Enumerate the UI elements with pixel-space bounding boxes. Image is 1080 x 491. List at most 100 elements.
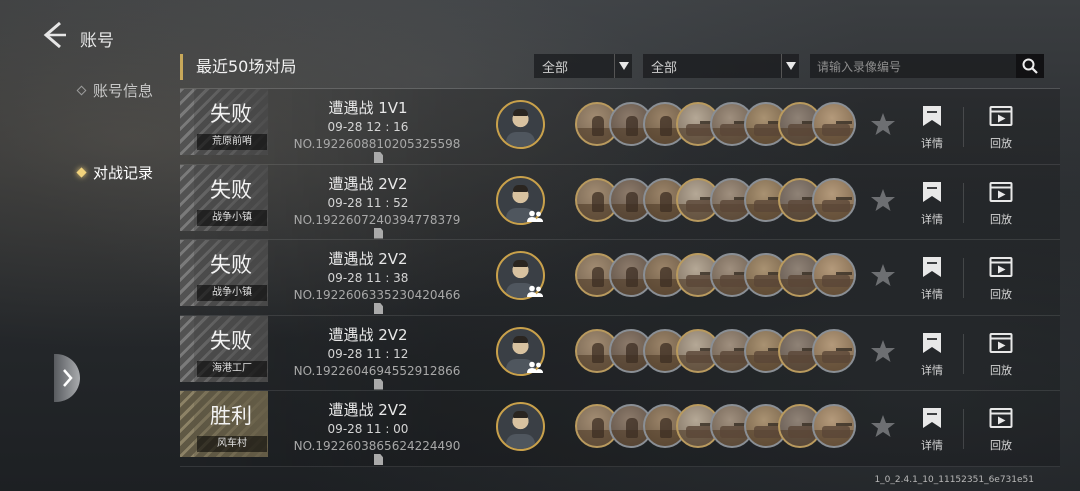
match-time: 09-28 11 : 38: [327, 271, 409, 285]
play-icon: [989, 408, 1013, 428]
replay-label: 回放: [990, 288, 1012, 301]
star-icon[interactable]: [870, 111, 896, 137]
commander-avatar: [496, 402, 545, 451]
team-icon: [527, 210, 543, 222]
star-icon[interactable]: [870, 262, 896, 288]
copy-icon[interactable]: [374, 454, 383, 465]
play-icon: [989, 332, 1013, 353]
replay-number-text: NO.1922606335230420466: [293, 288, 461, 302]
replay-label: 回放: [990, 212, 1012, 226]
match-time: 09-28 12 : 16: [327, 120, 409, 134]
sidebar-item-battle-records[interactable]: 对战记录: [76, 162, 153, 183]
back-chevron-icon[interactable]: [40, 20, 66, 50]
match-row[interactable]: 失败 荒原前哨 遭遇战 1V1 09-28 12 : 16 NO.1922608…: [180, 89, 1060, 165]
replay-button[interactable]: 回放: [981, 180, 1021, 227]
match-row[interactable]: 胜利 风车村 遭遇战 2V2 09-28 11 : 00 NO.19226038…: [180, 391, 1060, 467]
star-icon[interactable]: [870, 187, 896, 213]
unit-portrait: [811, 177, 856, 222]
detail-button[interactable]: 详情: [912, 406, 952, 453]
filter-select-1[interactable]: 全部: [534, 54, 632, 78]
replay-label: 回放: [990, 137, 1012, 150]
play-icon: [989, 257, 1013, 277]
replay-number-text: NO.1922603865624224490: [293, 439, 461, 453]
version-text: 1_0_2.4.1_10_11152351_6e731e51: [874, 475, 1034, 485]
search-button[interactable]: [1016, 54, 1044, 78]
match-row[interactable]: 失败 战争小镇 遭遇战 2V2 09-28 11 : 52 NO.1922607…: [180, 164, 1060, 241]
detail-label: 详情: [921, 137, 943, 150]
detail-button[interactable]: 详情: [912, 255, 952, 302]
chevron-right-icon: [63, 369, 73, 387]
bookmark-icon: [923, 408, 941, 428]
replay-label: 回放: [990, 439, 1012, 452]
match-row[interactable]: 失败 战争小镇 遭遇战 2V2 09-28 11 : 38 NO.1922606…: [180, 240, 1060, 316]
bookmark-icon: [923, 257, 941, 277]
match-time: 09-28 11 : 52: [327, 195, 409, 210]
detail-label: 详情: [921, 288, 943, 301]
filter-select-2[interactable]: 全部: [643, 54, 799, 78]
game-mode: 遭遇战 2V2: [328, 174, 408, 193]
replay-button[interactable]: 回放: [981, 406, 1021, 453]
button-divider: [963, 107, 964, 147]
map-name: 战争小镇: [197, 209, 267, 226]
result-text: 失败: [210, 177, 252, 202]
play-icon: [989, 181, 1013, 202]
result-text: 失败: [210, 328, 252, 353]
replay-number-text: NO.1922608810205325598: [293, 137, 461, 151]
unit-portrait: [811, 253, 856, 297]
copy-icon[interactable]: [374, 303, 383, 314]
sidebar: 账号信息 对战记录: [0, 60, 175, 360]
commander-avatar: [496, 100, 545, 149]
star-icon[interactable]: [870, 413, 896, 439]
replay-number-text: NO.1922607240394778379: [293, 212, 461, 227]
dropdown-arrow-icon: [781, 54, 799, 78]
detail-button[interactable]: 详情: [912, 180, 952, 227]
replay-number: NO.1922604694552912866: [288, 364, 466, 392]
detail-button[interactable]: 详情: [912, 104, 952, 151]
filter-select-value: 全部: [651, 60, 678, 76]
diamond-bullet-icon: [76, 167, 87, 178]
bookmark-icon: [923, 106, 941, 126]
records-panel: 最近50场对局 全部 全部 请输入录像编号 失败 荒原前哨 遭遇战 1V1 09…: [180, 48, 1060, 467]
copy-icon[interactable]: [374, 227, 383, 239]
game-mode: 遭遇战 2V2: [328, 325, 408, 344]
replay-button[interactable]: 回放: [981, 331, 1021, 378]
team-icon: [527, 361, 543, 373]
play-icon: [989, 106, 1013, 126]
button-divider: [963, 333, 964, 374]
match-time: 09-28 11 : 00: [327, 422, 409, 436]
match-list: 失败 荒原前哨 遭遇战 1V1 09-28 12 : 16 NO.1922608…: [180, 89, 1060, 467]
map-name: 战争小镇: [197, 285, 267, 301]
replay-number: NO.1922608810205325598: [288, 137, 466, 165]
detail-label: 详情: [921, 363, 943, 377]
copy-icon[interactable]: [374, 152, 383, 163]
unit-lineup: [575, 253, 856, 299]
replay-number: NO.1922603865624224490: [288, 439, 466, 467]
star-icon[interactable]: [870, 338, 896, 364]
replay-search: 请输入录像编号: [810, 54, 1044, 78]
game-mode: 遭遇战 2V2: [328, 250, 408, 268]
map-name: 荒原前哨: [197, 134, 267, 150]
replay-button[interactable]: 回放: [981, 255, 1021, 302]
sidebar-item-account-info[interactable]: 账号信息: [76, 80, 154, 101]
search-icon: [1022, 58, 1038, 74]
replay-button[interactable]: 回放: [981, 104, 1021, 151]
result-text: 失败: [210, 102, 252, 126]
search-input[interactable]: 请输入录像编号: [810, 58, 1016, 75]
game-mode: 遭遇战 2V2: [328, 401, 408, 419]
replay-number: NO.1922607240394778379: [288, 213, 466, 241]
map-name: 海港工厂: [197, 360, 267, 377]
detail-button[interactable]: 详情: [912, 331, 952, 378]
result-badge: 胜利 风车村: [180, 391, 268, 457]
button-divider: [963, 409, 964, 449]
detail-label: 详情: [921, 212, 943, 226]
copy-icon[interactable]: [374, 378, 383, 390]
unit-portrait: [811, 404, 856, 448]
result-badge: 失败 荒原前哨: [180, 89, 268, 155]
sidebar-item-label: 账号信息: [93, 82, 154, 100]
unit-lineup: [575, 177, 856, 224]
match-row[interactable]: 失败 海港工厂 遭遇战 2V2 09-28 11 : 12 NO.1922604…: [180, 315, 1060, 392]
bookmark-icon: [923, 181, 941, 202]
replay-label: 回放: [990, 363, 1012, 377]
page-title: 账号: [80, 31, 114, 51]
expand-panel-button[interactable]: [54, 354, 80, 402]
